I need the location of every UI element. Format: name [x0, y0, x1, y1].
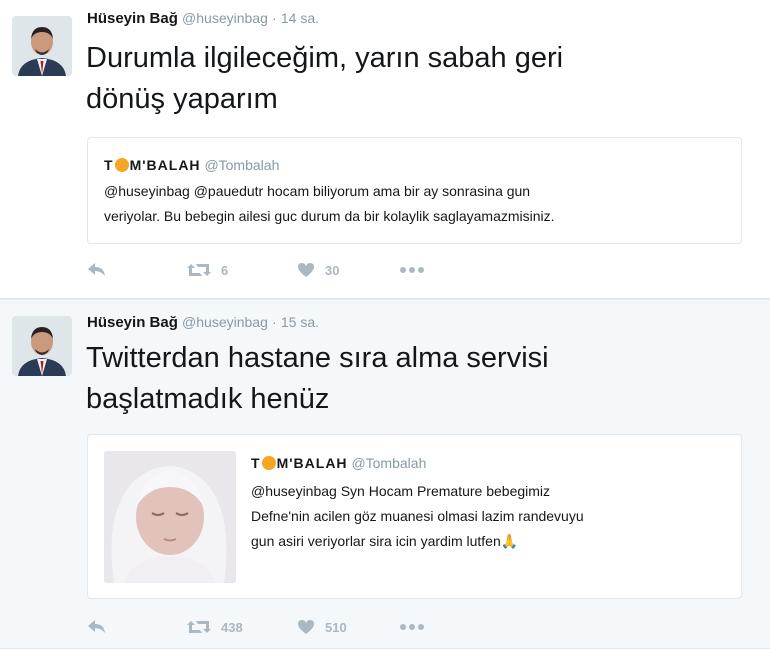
- reply-icon: [88, 620, 105, 633]
- tweet[interactable]: Hüseyin Bağ @huseyinbag · 15 sa. Twitter…: [0, 300, 770, 649]
- more-button[interactable]: [399, 258, 425, 282]
- like-button[interactable]: 30: [297, 258, 339, 282]
- quoted-text-line: @huseyinbag Syn Hocam Premature bebegimi…: [251, 483, 551, 499]
- timestamp[interactable]: 15 sa.: [281, 314, 319, 330]
- quoted-text-line: Defne'nin acilen göz muanesi olmasi lazi…: [251, 508, 584, 524]
- retweet-count: 438: [221, 619, 243, 635]
- quoted-tweet[interactable]: T M'BALAH @Tombalah @huseyinbag Syn Hocam…: [87, 434, 742, 599]
- more-icon: [400, 267, 424, 273]
- reply-button[interactable]: [87, 258, 107, 282]
- quoted-tweet[interactable]: T M'BALAH @Tombalah @huseyinbag @pauedutr…: [87, 137, 742, 244]
- quoted-author-name: T M'BALAH: [251, 455, 348, 471]
- tweet-header: Hüseyin Bağ @huseyinbag · 14 sa.: [87, 10, 319, 27]
- avatar[interactable]: [12, 16, 72, 76]
- tweet-actions: 438 510: [87, 615, 487, 639]
- quoted-tweet-text: @huseyinbag @pauedutr hocam biliyorum am…: [104, 179, 724, 229]
- quoted-text-line: gun asiri veriyorlar sira icin yardim lu…: [251, 533, 519, 549]
- tweet-text-line: Twitterdan hastane sıra alma servisi: [86, 342, 549, 374]
- quoted-tweet-header: T M'BALAH @Tombalah: [104, 157, 279, 173]
- quoted-tweet-photo[interactable]: [104, 451, 236, 583]
- timestamp[interactable]: 14 sa.: [281, 10, 319, 26]
- quoted-author-handle: @Tombalah: [204, 157, 280, 173]
- emoji-icon: [114, 158, 129, 172]
- like-count: 510: [325, 619, 347, 635]
- quoted-tweet-text: @huseyinbag Syn Hocam Premature bebegimi…: [251, 479, 721, 554]
- quoted-text-line: veriyolar. Bu bebegin ailesi guc durum d…: [104, 208, 555, 224]
- quoted-tweet-header: T M'BALAH @Tombalah: [251, 455, 426, 471]
- emoji-icon: [261, 456, 276, 470]
- reply-button[interactable]: [87, 615, 107, 639]
- more-icon: [400, 624, 424, 630]
- author-name[interactable]: Hüseyin Bağ: [87, 314, 178, 331]
- tweet-text: Durumla ilgileceğim, yarın sabah geri dö…: [86, 38, 746, 120]
- like-button[interactable]: 510: [297, 615, 347, 639]
- author-handle[interactable]: @huseyinbag: [182, 314, 268, 330]
- tweet-header: Hüseyin Bağ @huseyinbag · 15 sa.: [87, 314, 319, 331]
- tweet-text-line: dönüş yaparım: [86, 83, 278, 115]
- separator: ·: [272, 314, 277, 330]
- avatar[interactable]: [12, 316, 72, 376]
- retweet-count: 6: [221, 262, 229, 278]
- author-name[interactable]: Hüseyin Bağ: [87, 10, 178, 27]
- tweet[interactable]: Hüseyin Bağ @huseyinbag · 14 sa. Durumla…: [0, 0, 770, 299]
- heart-icon: [298, 263, 314, 277]
- tweet-text: Twitterdan hastane sıra alma servisi baş…: [86, 338, 746, 420]
- retweet-button[interactable]: 438: [187, 615, 243, 639]
- more-button[interactable]: [399, 615, 425, 639]
- quoted-text-line: @huseyinbag @pauedutr hocam biliyorum am…: [104, 183, 531, 199]
- retweet-icon: [187, 264, 211, 276]
- retweet-button[interactable]: 6: [187, 258, 228, 282]
- like-count: 30: [325, 262, 340, 278]
- pray-emoji-icon: 🙏: [500, 533, 519, 549]
- tweet-text-line: Durumla ilgileceğim, yarın sabah geri: [86, 42, 564, 74]
- quoted-author-name: T M'BALAH: [104, 157, 201, 173]
- quoted-author-handle: @Tombalah: [351, 455, 427, 471]
- retweet-icon: [187, 621, 211, 633]
- tweet-text-line: başlatmadık henüz: [86, 383, 330, 415]
- tweet-actions: 6 30: [87, 258, 487, 282]
- author-handle[interactable]: @huseyinbag: [182, 10, 268, 26]
- separator: ·: [272, 10, 277, 26]
- reply-icon: [88, 263, 105, 276]
- heart-icon: [298, 620, 314, 634]
